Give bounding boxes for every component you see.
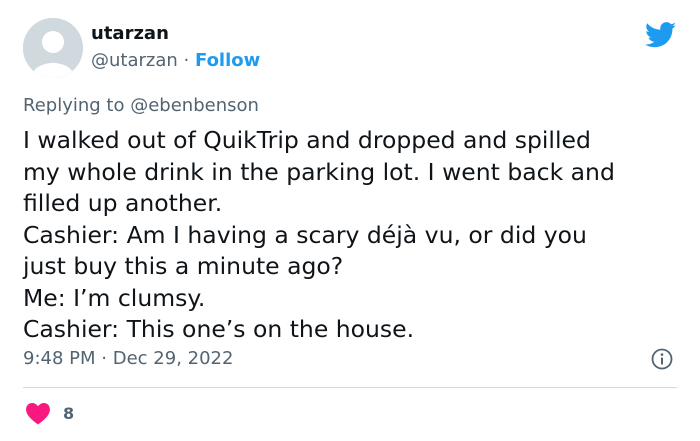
replying-to-prefix: Replying to — [23, 95, 125, 116]
tweet-date: Dec 29, 2022 — [112, 348, 234, 369]
tweet-text: I walked out of QuikTrip and dropped and… — [23, 125, 688, 346]
replying-to-mention[interactable]: @ebenbenson — [130, 95, 259, 116]
user-handle[interactable]: @utarzan — [91, 50, 178, 71]
replying-to: Replying to @ebenbenson — [23, 95, 259, 117]
follow-button[interactable]: Follow — [195, 50, 260, 71]
like-count: 8 — [63, 403, 75, 423]
tweet-text-line: Cashier: Am I having a scary déjà vu, or… — [23, 220, 587, 249]
tweet-text-line: my whole drink in the parking lot. I wen… — [23, 157, 615, 186]
default-avatar-icon — [23, 18, 83, 78]
tweet-text-line: Me: I’m clumsy. — [23, 283, 206, 312]
display-name[interactable]: utarzan — [91, 23, 169, 45]
tweet-text-line: filled up another. — [23, 189, 223, 217]
tweet-timestamp[interactable]: 9:48 PM · Dec 29, 2022 — [23, 348, 233, 370]
tweet-text-line: Cashier: This one’s on the house. — [23, 315, 415, 343]
tweet-time: 9:48 PM — [23, 348, 96, 369]
tweet-text-line: just buy this a minute ago? — [23, 252, 344, 280]
handle-row: @utarzan · Follow — [91, 50, 260, 72]
divider — [23, 387, 677, 388]
heart-icon — [26, 403, 50, 425]
handle-separator: · — [183, 50, 190, 71]
avatar[interactable] — [23, 18, 83, 78]
like-button[interactable]: 8 — [25, 400, 74, 426]
info-icon[interactable] — [651, 348, 673, 370]
meta-separator: · — [101, 348, 107, 369]
tweet-card: utarzan @utarzan · Follow Replying to @e… — [0, 0, 700, 441]
tweet-text-line: I walked out of QuikTrip and dropped and… — [23, 126, 591, 154]
twitter-bird-icon[interactable] — [645, 22, 677, 48]
